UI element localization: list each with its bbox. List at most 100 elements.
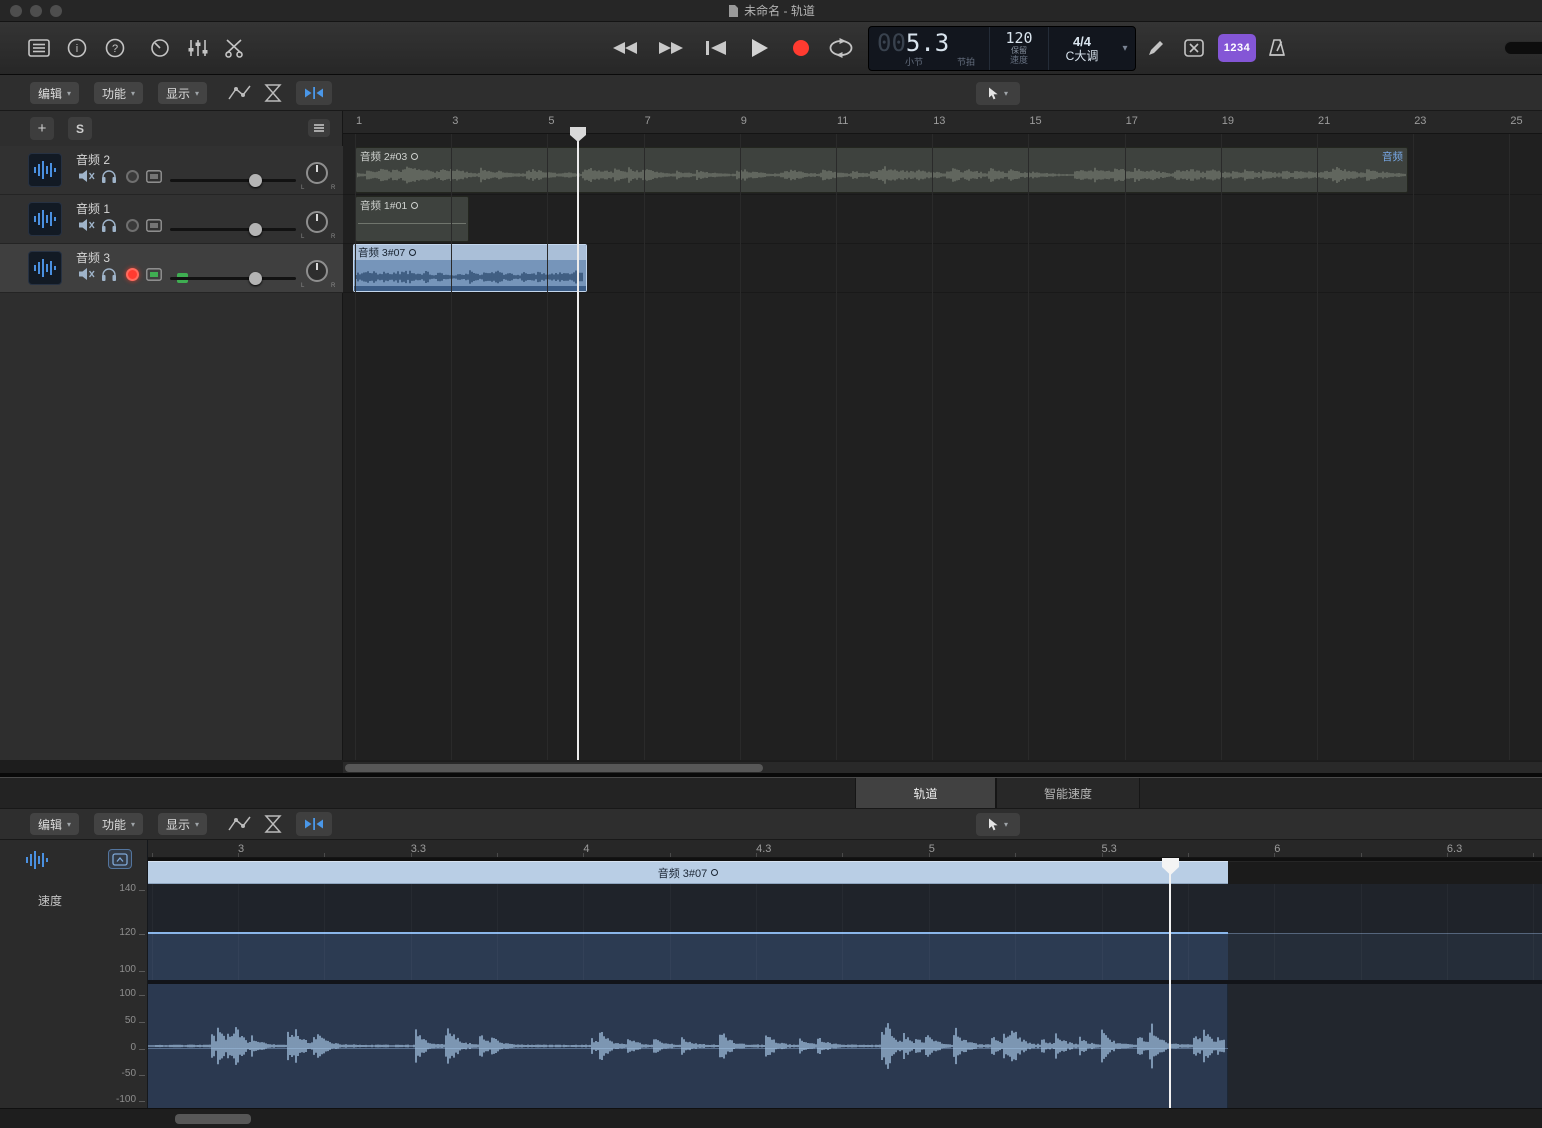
editor-ruler[interactable]: 33.344.355.366.3 xyxy=(148,840,1542,858)
pan-knob-pointer xyxy=(316,214,318,221)
lcd-dropdown-chevron-icon[interactable]: ▾ xyxy=(1115,27,1135,70)
automation-icon[interactable] xyxy=(228,83,252,103)
pan-knob[interactable] xyxy=(306,260,328,282)
main-playhead[interactable] xyxy=(577,130,579,760)
editor-edit-menu[interactable]: 编辑▾ xyxy=(30,813,79,835)
input-monitor-button[interactable] xyxy=(146,268,162,281)
editors-button[interactable] xyxy=(217,34,251,62)
ruler-number: 1 xyxy=(356,115,362,127)
scissors-icon xyxy=(224,38,244,58)
close-button[interactable] xyxy=(10,5,22,17)
play-button[interactable] xyxy=(740,34,778,62)
record-button[interactable] xyxy=(783,34,819,62)
editor-functions-menu[interactable]: 功能▾ xyxy=(94,813,143,835)
ruler-tick xyxy=(1274,853,1275,857)
automation-icon[interactable] xyxy=(228,814,252,834)
mixer-button[interactable] xyxy=(181,34,215,62)
track-header-column: + S 音频 2 L R 音频 1 L xyxy=(0,111,343,760)
mute-button[interactable] xyxy=(78,267,96,281)
waveform-lane[interactable] xyxy=(148,984,1542,1108)
editor-view-menu[interactable]: 显示▾ xyxy=(158,813,207,835)
editor-playhead[interactable] xyxy=(1169,861,1171,1108)
flex-icon[interactable] xyxy=(263,814,283,834)
volume-slider[interactable] xyxy=(170,277,296,280)
editor-region-bar[interactable]: 音频 3#07 xyxy=(148,861,1228,884)
volume-slider[interactable] xyxy=(170,179,296,182)
input-monitor-button[interactable] xyxy=(146,170,162,183)
inspector-button[interactable]: i xyxy=(60,34,94,62)
editor-link-button[interactable] xyxy=(108,849,132,869)
editor-waveform xyxy=(148,987,1226,1105)
cycle-button[interactable] xyxy=(822,34,860,62)
go-to-beginning-button[interactable] xyxy=(698,34,734,62)
record-enable-button[interactable] xyxy=(126,268,139,281)
beat-grid-line xyxy=(583,884,584,980)
erase-button[interactable] xyxy=(1178,34,1210,62)
beat-grid-line xyxy=(1447,884,1448,980)
solo-button[interactable] xyxy=(101,218,117,232)
count-in-button[interactable]: 1234 xyxy=(1218,34,1256,62)
main-view-menu[interactable]: 显示▾ xyxy=(158,82,207,104)
volume-slider-thumb[interactable] xyxy=(249,272,262,285)
track-header-audio-1[interactable]: 音频 1 L R xyxy=(0,195,343,244)
editor-scrollbar-thumb[interactable] xyxy=(175,1114,251,1124)
pencil-tool-button[interactable] xyxy=(1140,34,1172,62)
add-track-button[interactable]: + xyxy=(30,117,54,140)
volume-slider[interactable] xyxy=(170,228,296,231)
mute-button[interactable] xyxy=(78,169,96,183)
record-enable-button[interactable] xyxy=(126,170,139,183)
editor-pointer-tool-selector[interactable]: ▾ xyxy=(976,813,1020,836)
knob-icon xyxy=(150,38,170,58)
main-scrollbar-thumb[interactable] xyxy=(345,764,763,772)
track-header-audio-2[interactable]: 音频 2 L R xyxy=(0,146,343,195)
quick-help-button[interactable]: ? xyxy=(98,34,132,62)
metronome-button[interactable] xyxy=(1260,34,1294,62)
solo-button[interactable] xyxy=(101,169,117,183)
beat-grid-line xyxy=(670,884,671,980)
solo-button[interactable] xyxy=(101,267,117,281)
smart-controls-button[interactable] xyxy=(143,34,177,62)
record-enable-button[interactable] xyxy=(126,219,139,232)
grid-line xyxy=(1413,134,1414,760)
main-playhead-marker[interactable] xyxy=(569,127,587,143)
tempo-lane[interactable] xyxy=(148,884,1542,980)
main-ruler[interactable]: 135791113151719212325 xyxy=(343,111,1542,134)
region3-waveform xyxy=(356,267,584,287)
forward-button[interactable] xyxy=(652,34,690,62)
chevron-down-icon: ▾ xyxy=(131,820,135,829)
minimize-button[interactable] xyxy=(30,5,42,17)
main-functions-menu[interactable]: 功能▾ xyxy=(94,82,143,104)
ruler-tick xyxy=(1533,853,1534,857)
zoom-button[interactable] xyxy=(50,5,62,17)
catch-playhead-button[interactable] xyxy=(296,81,332,105)
grid-line xyxy=(451,134,452,760)
track-header-config-button[interactable] xyxy=(308,119,330,137)
region-audio3-07[interactable]: 音频 3#07 xyxy=(353,244,587,292)
region-audio2-03[interactable]: 音频 2#03 音频 xyxy=(355,147,1408,193)
rewind-button[interactable] xyxy=(606,34,644,62)
track-lanes[interactable]: 音频 2#03 音频 音频 1#01 音频 3#07 xyxy=(343,134,1542,760)
master-solo-button[interactable]: S xyxy=(68,117,92,140)
wave-scale-number: -100 xyxy=(116,1094,136,1105)
tab-label: 轨道 xyxy=(913,785,937,802)
editor-catch-playhead-button[interactable] xyxy=(296,812,332,836)
volume-slider-thumb[interactable] xyxy=(249,174,262,187)
tempo-line[interactable] xyxy=(148,932,1228,934)
main-edit-menu[interactable]: 编辑▾ xyxy=(30,82,79,104)
tempo-band-region xyxy=(148,934,1228,980)
tab-tracks[interactable]: 轨道 xyxy=(855,778,996,808)
pan-knob[interactable] xyxy=(306,162,328,184)
tab-smart-tempo[interactable]: 智能速度 xyxy=(996,778,1140,808)
lcd-display[interactable]: 005.3 小节 节拍 120 保留 速度 4/4 C大调 ▾ xyxy=(868,26,1136,71)
track-header-audio-3[interactable]: 音频 3 L R xyxy=(0,244,343,293)
mute-button[interactable] xyxy=(78,218,96,232)
library-button[interactable] xyxy=(22,34,56,62)
volume-slider-thumb[interactable] xyxy=(249,223,262,236)
pan-knob[interactable] xyxy=(306,211,328,233)
editor-playhead-marker[interactable] xyxy=(1161,858,1180,876)
beat-grid-line xyxy=(497,884,498,980)
flex-icon[interactable] xyxy=(263,83,283,103)
input-monitor-button[interactable] xyxy=(146,219,162,232)
pointer-tool-selector[interactable]: ▾ xyxy=(976,82,1020,105)
tempo-value: 120 xyxy=(1005,31,1032,46)
